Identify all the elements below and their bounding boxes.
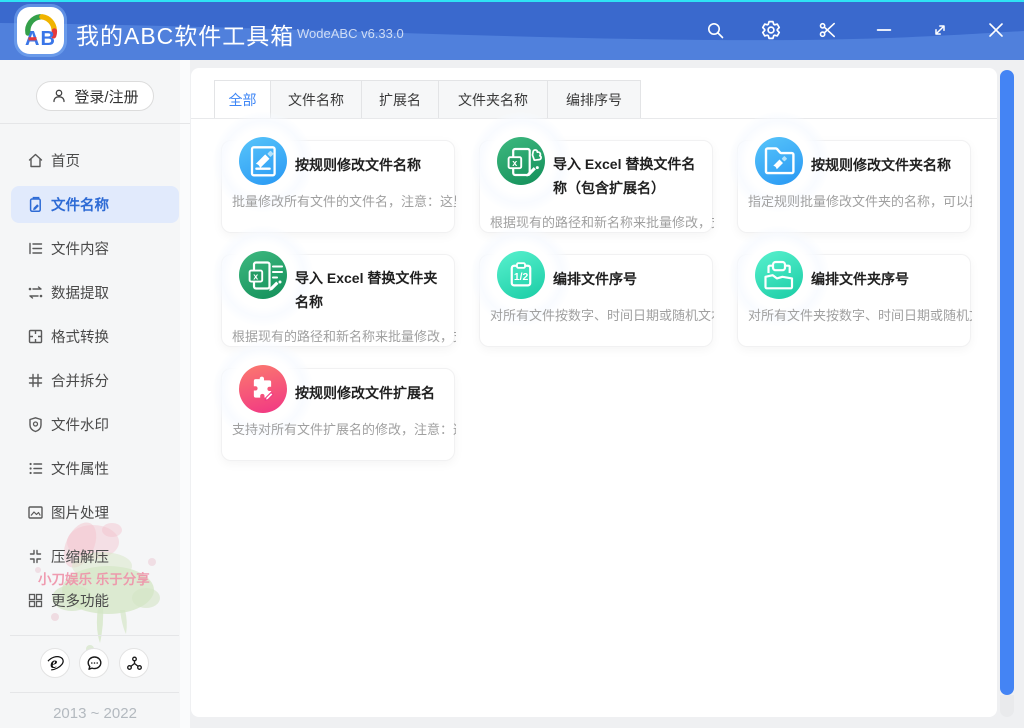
svg-text:x: x [512,158,517,168]
svg-text:1/2: 1/2 [514,272,529,283]
svg-text:x: x [253,272,258,282]
svg-text:B: B [41,28,55,50]
